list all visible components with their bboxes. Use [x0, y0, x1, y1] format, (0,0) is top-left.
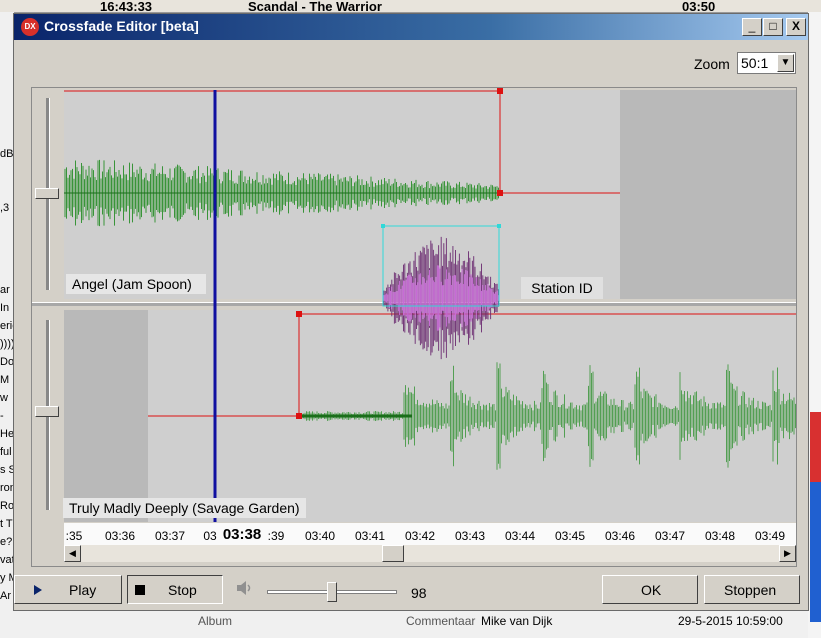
tick-label: :35	[65, 529, 83, 543]
stop-icon	[135, 585, 145, 595]
background-right-column	[808, 12, 821, 638]
zoom-label: Zoom	[694, 56, 730, 72]
background-length: 03:50	[682, 0, 716, 14]
play-icon	[34, 585, 42, 595]
stop-button[interactable]: Stop	[127, 575, 223, 604]
scrollbar-thumb[interactable]	[382, 545, 404, 562]
speaker-icon	[237, 581, 251, 595]
stoppen-button[interactable]: Stoppen	[704, 575, 800, 604]
close-button[interactable]: X	[786, 18, 806, 36]
current-time-label: 03:38	[222, 526, 262, 543]
tick-label: 03	[203, 529, 217, 543]
tick-label: 03:42	[404, 529, 436, 543]
waveform-canvas[interactable]	[32, 88, 796, 523]
tick-label: 03:43	[454, 529, 486, 543]
top-fade-handle-start	[497, 88, 503, 94]
title-bar[interactable]: DX Crossfade Editor [beta] _ □ X	[14, 14, 808, 40]
zoom-value: 50:1	[741, 55, 769, 71]
ok-button[interactable]: OK	[602, 575, 698, 604]
play-button[interactable]: Play	[14, 575, 122, 604]
background-time: 16:43:33	[100, 0, 153, 14]
background-title: Scandal - The Warrior	[248, 0, 382, 14]
scroll-left-icon[interactable]: ◀	[64, 545, 81, 562]
tick-label: :39	[267, 529, 285, 543]
waveform-editor: Angel (Jam Spoon) Station ID Truly Madly…	[31, 87, 797, 567]
time-ruler[interactable]: :35 03:36 03:37 03 03:38 :39 03:40 03:41…	[64, 523, 796, 545]
tick-label: 03:44	[504, 529, 536, 543]
crossfade-editor-window: DX Crossfade Editor [beta] _ □ X Zoom 50…	[13, 13, 809, 611]
tick-label: 03:49	[754, 529, 786, 543]
background-playlist-row: 16:43:33 Scandal - The Warrior 03:50	[0, 0, 821, 14]
tick-label: 03:46	[604, 529, 636, 543]
app-logo-icon: DX	[21, 18, 39, 36]
background-detail-row: Album Commentaar Mike van Dijk 29-5-2015…	[14, 610, 808, 638]
tick-label: 03:47	[654, 529, 686, 543]
top-track-label: Angel (Jam Spoon)	[66, 274, 206, 294]
tick-label: 03:48	[704, 529, 736, 543]
insert-label: Station ID	[521, 277, 603, 299]
top-fade-handle-end	[497, 190, 503, 196]
volume-value: 98	[411, 585, 427, 601]
chevron-down-icon[interactable]: ▼	[777, 54, 794, 72]
scroll-right-icon[interactable]: ▶	[779, 545, 796, 562]
bottom-fade-handle-start	[296, 311, 302, 317]
zoom-select[interactable]: 50:1 ▼	[737, 52, 796, 74]
tick-label: 03:36	[104, 529, 136, 543]
volume-slider-thumb[interactable]	[327, 582, 337, 602]
horizontal-scrollbar[interactable]: ◀ ▶	[64, 545, 796, 562]
bottom-track-label: Truly Madly Deeply (Savage Garden)	[63, 498, 306, 518]
window-title: Crossfade Editor [beta]	[44, 18, 199, 34]
tick-label: 03:40	[304, 529, 336, 543]
bottom-fade-handle-end	[296, 413, 302, 419]
maximize-button[interactable]: □	[763, 18, 783, 36]
tick-label: 03:45	[554, 529, 586, 543]
minimize-button[interactable]: _	[742, 18, 762, 36]
tick-label: 03:41	[354, 529, 386, 543]
background-left-column: dB ,3 ar In eric )))) Do M w - He ful s …	[0, 12, 18, 638]
tick-label: 03:37	[154, 529, 186, 543]
